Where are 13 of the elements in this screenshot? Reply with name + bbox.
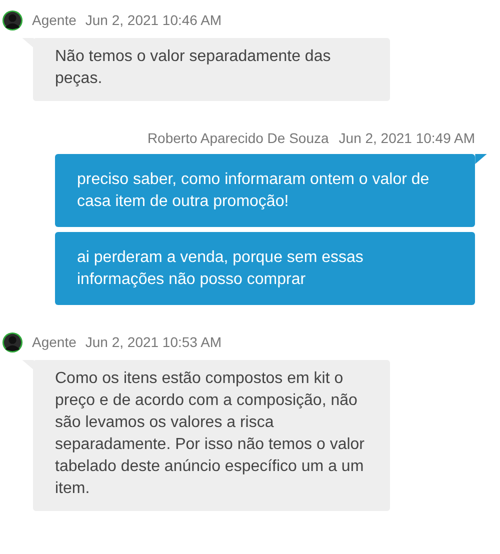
avatar-icon bbox=[2, 10, 23, 30]
bubble-tail bbox=[475, 154, 487, 164]
message-bubble: preciso saber, como informaram ontem o valor de casa item de outra promoção! bbox=[55, 154, 475, 227]
avatar-icon bbox=[2, 332, 23, 352]
message-time: Jun 2, 2021 10:49 AM bbox=[338, 130, 475, 146]
message-time: Jun 2, 2021 10:53 AM bbox=[85, 334, 222, 350]
message-bubble: Como os itens estão compostos em kit o preço e de acordo com a composição, não são levamos os valores a risca separadamente. Por isso não temos o valor tabelado deste anúncio específico um a um item. bbox=[33, 360, 390, 511]
sender-name: Agente bbox=[32, 12, 76, 28]
message-bubble: ai perderam a venda, porque sem essas informações não posso comprar bbox=[55, 232, 475, 305]
message-bubble: Não temos o valor separadamente das peças. bbox=[33, 38, 390, 101]
sender-name: Agente bbox=[32, 334, 76, 350]
sender-name: Roberto Aparecido De Souza bbox=[147, 130, 329, 146]
message-time: Jun 2, 2021 10:46 AM bbox=[85, 12, 222, 28]
